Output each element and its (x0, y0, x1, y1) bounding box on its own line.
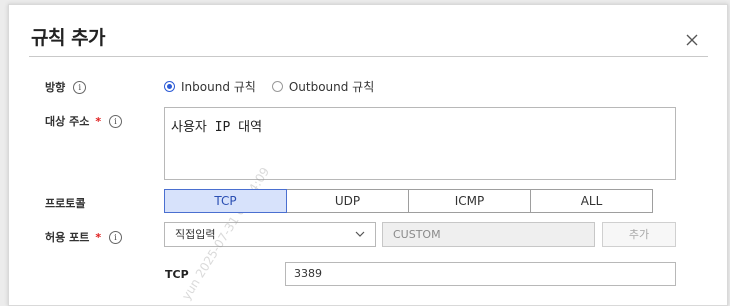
radio-inbound-label: Inbound 규칙 (181, 80, 256, 94)
info-icon[interactable]: i (109, 114, 123, 128)
port-type-select[interactable]: 직접입력 (164, 222, 376, 247)
dialog-title: 규칙 추가 (31, 27, 106, 49)
port-protocol-label: TCP (165, 268, 189, 281)
close-icon[interactable] (685, 33, 699, 47)
protocol-label-text: 프로토콜 (45, 197, 86, 210)
protocol-icmp-button[interactable]: ICMP (408, 189, 531, 213)
target-address-label-text: 대상 주소 (45, 115, 90, 128)
protocol-all-button[interactable]: ALL (530, 189, 653, 213)
direction-radio-group: Inbound 규칙 Outbound 규칙 (164, 78, 374, 95)
radio-outbound[interactable]: Outbound 규칙 (271, 78, 375, 95)
info-icon[interactable]: i (73, 80, 87, 94)
protocol-tcp-button[interactable]: TCP (164, 189, 287, 213)
radio-selected-icon (164, 81, 175, 92)
custom-port-field: CUSTOM (382, 222, 595, 247)
direction-label-text: 방향 (45, 81, 66, 94)
protocol-segmented-control: TCP UDP ICMP ALL (164, 189, 653, 213)
required-mark: * (95, 230, 102, 244)
title-divider (29, 56, 708, 57)
target-address-textarea[interactable]: 사용자 IP 대역 (164, 107, 676, 180)
chevron-down-icon (355, 231, 365, 237)
radio-unselected-icon (271, 81, 283, 92)
direction-label: 방향 i (45, 79, 87, 95)
required-mark: * (95, 114, 102, 128)
radio-inbound[interactable]: Inbound 규칙 (164, 78, 256, 95)
add-rule-dialog: 규칙 추가 방향 i Inbound 규칙 Outbound 규칙 대상 주소 … (8, 4, 728, 306)
port-type-select-value: 직접입력 (175, 228, 216, 241)
allowed-port-label: 허용 포트 * i (45, 229, 123, 245)
radio-outbound-label: Outbound 규칙 (288, 80, 375, 94)
info-icon[interactable]: i (109, 230, 123, 244)
add-port-button[interactable]: 추가 (602, 222, 676, 247)
allowed-port-label-text: 허용 포트 (45, 231, 90, 244)
target-address-label: 대상 주소 * i (45, 113, 123, 129)
protocol-udp-button[interactable]: UDP (286, 189, 409, 213)
port-number-input[interactable]: 3389 (285, 262, 676, 286)
protocol-label: 프로토콜 (45, 195, 85, 211)
